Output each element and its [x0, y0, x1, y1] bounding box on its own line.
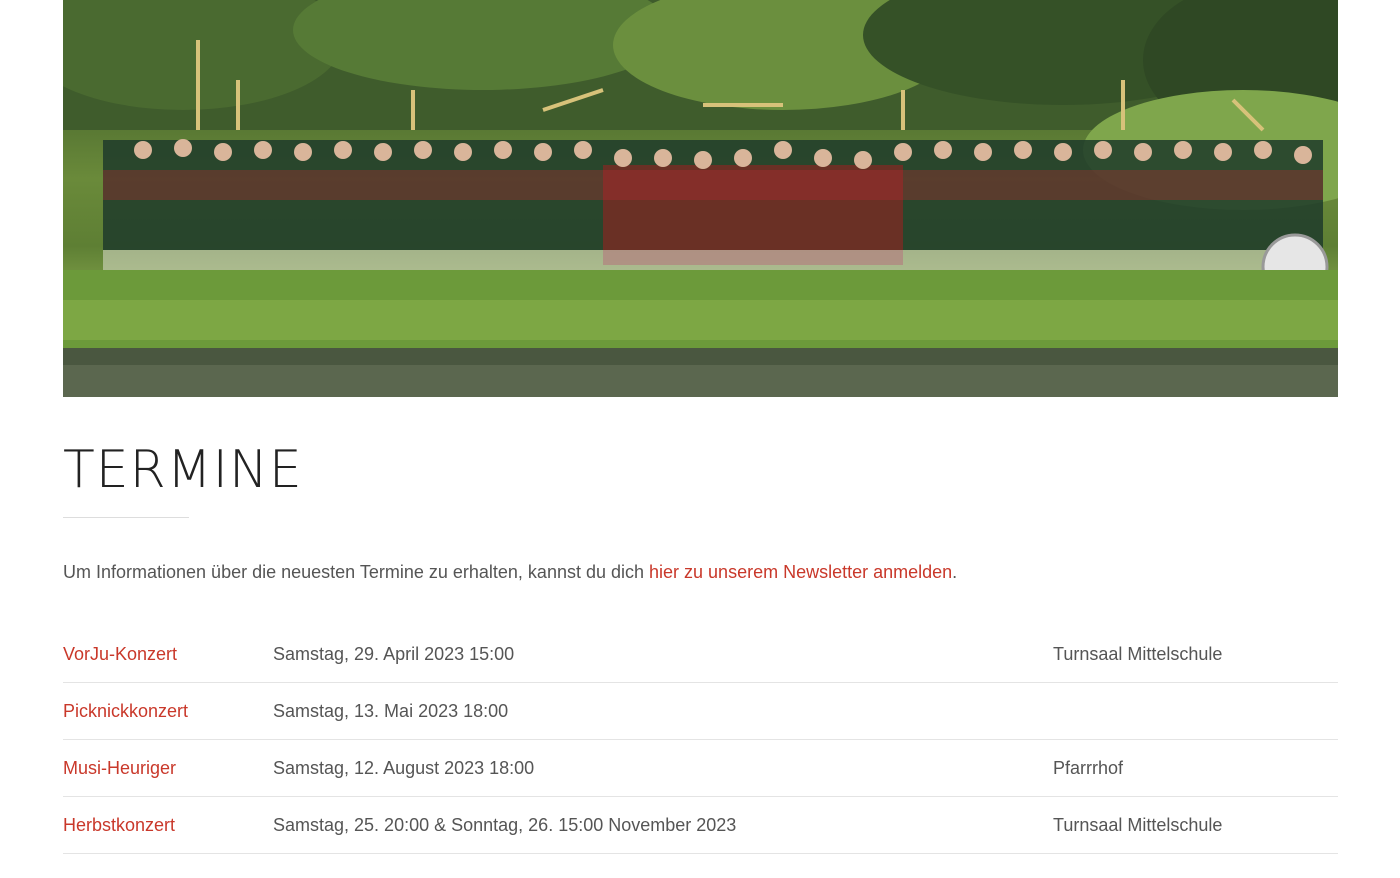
hero-image [63, 0, 1338, 397]
event-row: VorJu-Konzert Samstag, 29. April 2023 15… [63, 626, 1338, 683]
event-row: Picknickkonzert Samstag, 13. Mai 2023 18… [63, 683, 1338, 740]
event-location: Pfarrrhof [1053, 758, 1124, 778]
event-name-link[interactable]: VorJu-Konzert [63, 644, 177, 665]
event-name-link[interactable]: Herbstkonzert [63, 815, 175, 836]
events-list: VorJu-Konzert Samstag, 29. April 2023 15… [63, 626, 1338, 854]
event-date: Samstag, 29. April 2023 15:00 [273, 644, 515, 664]
newsletter-link[interactable]: hier zu unserem Newsletter anmelden [649, 562, 952, 582]
intro-text: Um Informationen über die neuesten Termi… [63, 562, 650, 582]
event-name-link[interactable]: Picknickkonzert [63, 701, 188, 722]
event-row: Herbstkonzert Samstag, 25. 20:00 & Sonnt… [63, 797, 1338, 854]
band-photo-illustration [63, 0, 1338, 397]
page-content: TERMINE Um Informationen über die neuest… [63, 0, 1338, 854]
event-name-link[interactable]: Musi-Heuriger [63, 758, 176, 779]
event-location: Turnsaal Mittelschule [1053, 644, 1223, 664]
event-row: Musi-Heuriger Samstag, 12. August 2023 1… [63, 740, 1338, 797]
intro-paragraph: Um Informationen über die neuesten Termi… [63, 560, 957, 584]
title-divider [63, 517, 189, 518]
page-title: TERMINE [63, 440, 303, 500]
event-date: Samstag, 12. August 2023 18:00 [273, 758, 535, 778]
event-date: Samstag, 13. Mai 2023 18:00 [273, 701, 509, 721]
intro-end: . [952, 562, 958, 582]
event-location: Turnsaal Mittelschule [1053, 815, 1223, 835]
event-date: Samstag, 25. 20:00 & Sonntag, 26. 15:00 … [273, 815, 737, 835]
